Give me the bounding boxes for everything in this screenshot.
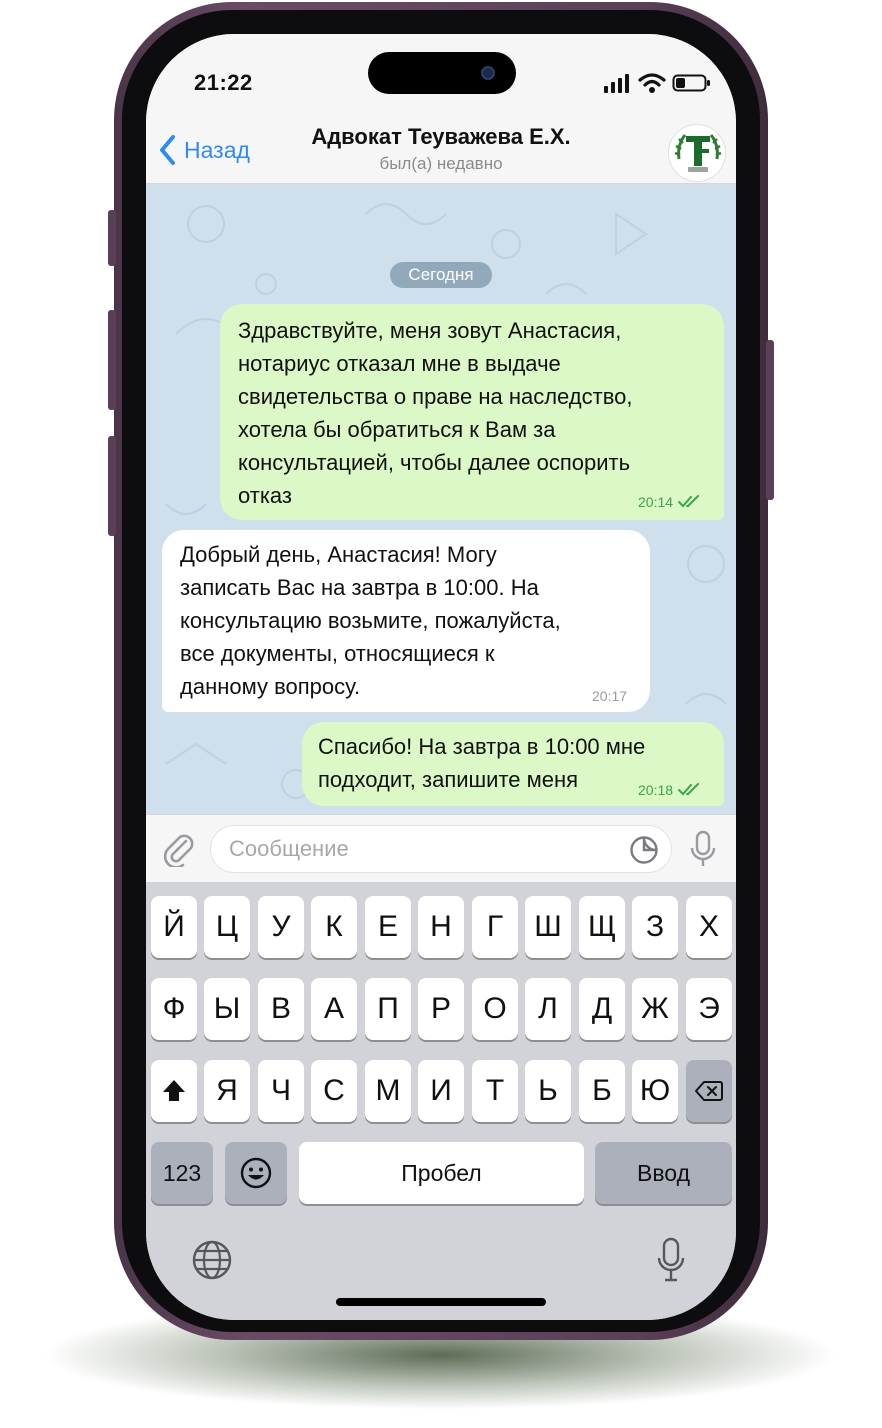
contact-status: был(а) недавно [379, 154, 503, 173]
key[interactable]: Ы [204, 978, 250, 1040]
key[interactable]: М [365, 1060, 411, 1122]
key[interactable]: Д [579, 978, 625, 1040]
key[interactable]: Ц [204, 896, 250, 958]
microphone-icon[interactable] [688, 829, 718, 869]
home-indicator[interactable] [336, 1298, 546, 1306]
dynamic-island [368, 52, 516, 94]
double-check-icon [678, 783, 699, 796]
double-check-icon [678, 495, 699, 508]
key[interactable]: С [311, 1060, 357, 1122]
message-time: 20:14 [638, 494, 674, 510]
camera-icon [481, 66, 495, 80]
key[interactable]: Я [204, 1060, 250, 1122]
shift-arrow-icon [163, 1080, 185, 1101]
dictation-microphone-icon[interactable] [656, 1236, 686, 1284]
key[interactable]: Э [686, 978, 732, 1040]
key[interactable]: В [258, 978, 304, 1040]
key[interactable]: Ш [525, 896, 571, 958]
key[interactable]: Й [151, 896, 197, 958]
globe-icon[interactable] [190, 1238, 234, 1282]
message-bubble-outgoing[interactable]: Здравствуйте, меня зовут Анастасия, нота… [220, 304, 724, 520]
sticker-icon[interactable] [629, 835, 659, 865]
contact-name[interactable]: Адвокат Теуважева Е.Х. [146, 124, 736, 150]
key[interactable]: Е [365, 896, 411, 958]
volume-up-button [108, 310, 116, 410]
key[interactable]: А [311, 978, 357, 1040]
backspace-key[interactable] [686, 1060, 732, 1122]
chat-header: Назад Адвокат Теуважева Е.Х. был(а) неда… [146, 124, 736, 184]
message-text: Здравствуйте, меня зовут Анастасия, нота… [238, 318, 633, 508]
emoji-key[interactable] [225, 1142, 287, 1204]
key[interactable]: П [365, 978, 411, 1040]
key[interactable]: З [632, 896, 678, 958]
message-text: Спасибо! На завтра в 10:00 мне подходит,… [318, 734, 646, 792]
emoji-icon [240, 1157, 272, 1189]
keyboard: Й Ц У К Е Н Г Ш Щ З Х Ф Ы В А П Р О Л Д … [146, 882, 736, 1320]
message-time: 20:17 [592, 688, 628, 704]
paperclip-icon[interactable] [162, 831, 196, 867]
numbers-key[interactable]: 123 [151, 1142, 213, 1204]
space-key[interactable]: Пробел [299, 1142, 584, 1204]
key[interactable]: Ю [632, 1060, 678, 1122]
chat-area[interactable]: Сегодня Здравствуйте, меня зовут Анастас… [146, 184, 736, 814]
action-button [108, 210, 116, 266]
volume-down-button [108, 436, 116, 536]
signal-icon [604, 74, 629, 93]
key[interactable]: Ж [632, 978, 678, 1040]
status-time: 21:22 [194, 70, 253, 95]
power-button [766, 340, 774, 500]
backspace-icon [695, 1081, 723, 1101]
key[interactable]: Л [525, 978, 571, 1040]
key[interactable]: Г [472, 896, 518, 958]
key[interactable]: И [418, 1060, 464, 1122]
message-time: 20:18 [638, 782, 674, 798]
message-input-bar [146, 814, 736, 882]
status-bar: 21:22 [146, 34, 736, 124]
date-separator: Сегодня [390, 262, 492, 288]
key[interactable]: К [311, 896, 357, 958]
key[interactable]: Т [472, 1060, 518, 1122]
phone-screen: 21:22 Назад Адвокат Теуважева Е.Х. был(а… [146, 34, 736, 1320]
wifi-icon [638, 73, 666, 93]
message-field[interactable] [210, 825, 672, 873]
status-icons [602, 72, 712, 94]
return-key[interactable]: Ввод [595, 1142, 732, 1204]
key[interactable]: Б [579, 1060, 625, 1122]
law-logo-icon [671, 127, 725, 181]
message-input[interactable] [229, 826, 609, 872]
key[interactable]: Ч [258, 1060, 304, 1122]
battery-icon [672, 74, 710, 92]
message-bubble-incoming[interactable]: Добрый день, Анастасия! Могу записать Ва… [162, 530, 650, 712]
avatar[interactable] [668, 124, 726, 182]
message-text: Добрый день, Анастасия! Могу записать Ва… [180, 542, 561, 699]
key[interactable]: Н [418, 896, 464, 958]
key[interactable]: Ь [525, 1060, 571, 1122]
shift-key[interactable] [151, 1060, 197, 1122]
key[interactable]: Ф [151, 978, 197, 1040]
key[interactable]: У [258, 896, 304, 958]
key[interactable]: Р [418, 978, 464, 1040]
key[interactable]: О [472, 978, 518, 1040]
key[interactable]: Х [686, 896, 732, 958]
message-bubble-outgoing[interactable]: Спасибо! На завтра в 10:00 мне подходит,… [302, 722, 724, 806]
key[interactable]: Щ [579, 896, 625, 958]
